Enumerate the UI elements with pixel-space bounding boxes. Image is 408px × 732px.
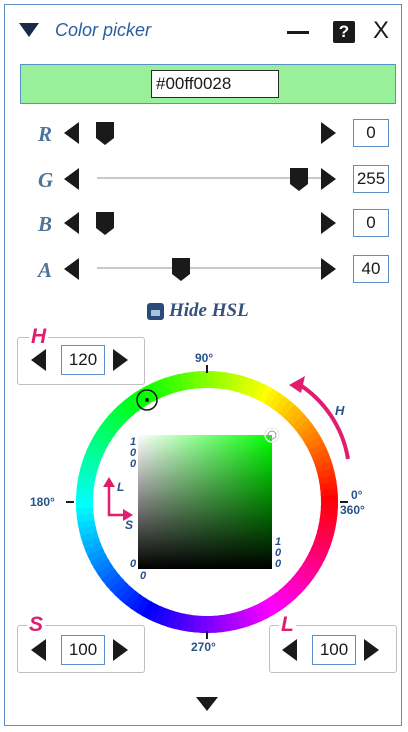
lightness-overlay xyxy=(138,435,272,569)
lightness-label: L xyxy=(279,613,296,637)
hue-ring-segment xyxy=(320,499,338,509)
saturation-increment-arrow-icon[interactable] xyxy=(113,639,128,661)
saturation-decrement-arrow-icon[interactable] xyxy=(31,639,46,661)
l-axis-arrow-icon xyxy=(103,477,115,487)
degree-label-360: 360° xyxy=(340,503,365,517)
hsl-color-wheel[interactable]: H L S 1 0 0 0 0 1 0 0 90° 180° 0° 360° 2… xyxy=(5,5,401,725)
square-top-left-digit-3: 0 xyxy=(130,458,137,470)
lightness-increment-arrow-icon[interactable] xyxy=(364,639,379,661)
lightness-value-field[interactable]: 100 xyxy=(312,635,356,665)
s-axis-label: S xyxy=(125,518,133,532)
l-axis-label: L xyxy=(117,480,124,494)
color-picker-window: Color picker ? X R 0 G 255 B 0 A 40 Hide… xyxy=(4,4,402,726)
square-bottom-left-l-zero: 0 xyxy=(140,570,147,582)
hue-arc-label: H xyxy=(335,403,345,418)
hue-ring-handle-dot xyxy=(145,398,149,402)
square-bottom-left-s-zero: 0 xyxy=(130,558,137,570)
square-bottom-right-digit-3: 0 xyxy=(275,558,282,570)
hue-arc-arrowhead-icon xyxy=(289,376,305,393)
degree-label-0: 0° xyxy=(351,488,363,502)
expand-more-triangle-icon[interactable] xyxy=(196,697,218,711)
degree-label-90: 90° xyxy=(195,351,213,365)
lightness-decrement-arrow-icon[interactable] xyxy=(282,639,297,661)
saturation-label: S xyxy=(27,613,46,637)
degree-label-270: 270° xyxy=(191,640,216,654)
saturation-value-field[interactable]: 100 xyxy=(61,635,105,665)
degree-label-180: 180° xyxy=(30,495,55,509)
